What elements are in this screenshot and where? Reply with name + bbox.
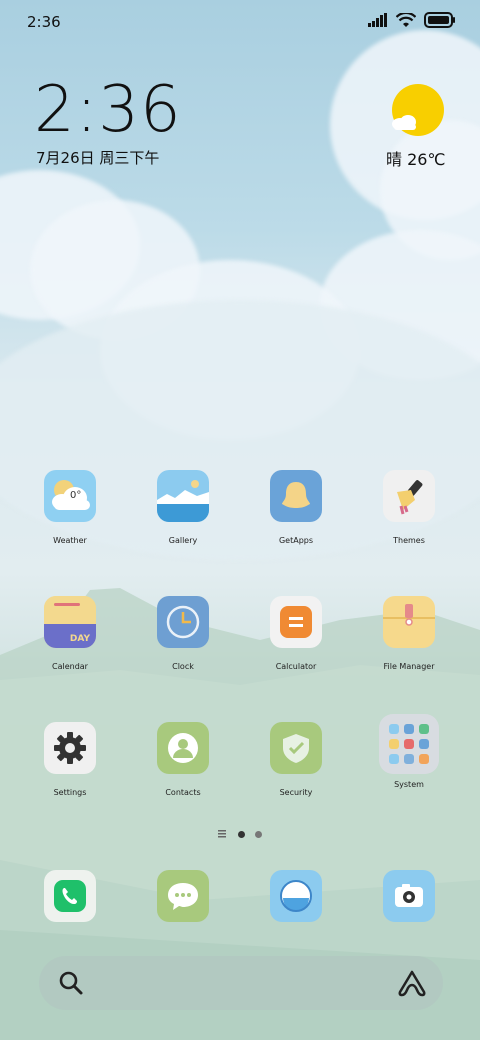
- app-calendar[interactable]: DAY Calendar: [14, 596, 126, 671]
- app-gallery[interactable]: Gallery: [127, 470, 239, 545]
- gallery-icon: [157, 470, 209, 522]
- security-icon: [270, 722, 322, 774]
- assistant-icon[interactable]: [397, 969, 427, 997]
- settings-icon: [44, 722, 96, 774]
- clock-widget-time[interactable]: 2:36: [34, 78, 182, 142]
- app-label: GetApps: [278, 536, 314, 545]
- browser-icon: [270, 870, 322, 922]
- app-drawer-icon[interactable]: [218, 830, 228, 838]
- weather-sun-icon[interactable]: [392, 84, 444, 136]
- battery-icon: [424, 12, 455, 28]
- weather-icon: 0°: [44, 470, 96, 522]
- clock-widget-date[interactable]: 7月26日 周三下午: [36, 147, 159, 168]
- app-file-manager[interactable]: File Manager: [353, 596, 465, 671]
- app-contacts[interactable]: Contacts: [127, 722, 239, 797]
- app-label: Contacts: [165, 788, 201, 797]
- contacts-icon: [157, 722, 209, 774]
- app-label: Themes: [393, 536, 425, 545]
- app-label: File Manager: [383, 662, 435, 671]
- dock-messages[interactable]: [127, 870, 239, 922]
- app-label: Security: [279, 788, 313, 797]
- system-folder-icon: [379, 714, 439, 774]
- file-manager-icon: [383, 596, 435, 648]
- search-icon[interactable]: [58, 970, 84, 996]
- cloud-icon: [392, 115, 416, 130]
- dock-phone[interactable]: [14, 870, 126, 922]
- signal-icon: [368, 13, 387, 27]
- app-weather[interactable]: 0° Weather: [14, 470, 126, 545]
- calendar-day-badge: DAY: [69, 634, 90, 644]
- app-getapps[interactable]: GetApps: [240, 470, 352, 545]
- themes-icon: [383, 470, 435, 522]
- app-label: Calendar: [52, 662, 88, 671]
- app-security[interactable]: Security: [240, 722, 352, 797]
- app-label: Calculator: [275, 662, 317, 671]
- app-label: Gallery: [168, 536, 198, 545]
- status-bar: 2:36: [0, 0, 480, 44]
- app-label: System: [394, 780, 424, 789]
- app-calculator[interactable]: Calculator: [240, 596, 352, 671]
- dock-camera[interactable]: [353, 870, 465, 922]
- weather-widget-text[interactable]: 晴 26℃: [386, 146, 445, 170]
- messages-icon: [157, 870, 209, 922]
- dock-browser[interactable]: [240, 870, 352, 922]
- page-dot[interactable]: [255, 830, 262, 838]
- page-indicator[interactable]: [0, 830, 480, 838]
- page-dot-active[interactable]: [238, 830, 245, 838]
- app-clock[interactable]: Clock: [127, 596, 239, 671]
- getapps-icon: [270, 470, 322, 522]
- calendar-icon: DAY: [44, 596, 96, 648]
- weather-temp-badge: 0°: [70, 490, 82, 501]
- app-themes[interactable]: Themes: [353, 470, 465, 545]
- phone-icon: [44, 870, 96, 922]
- clock-icon: [157, 596, 209, 648]
- wifi-icon: [396, 12, 416, 27]
- home-screen: 2:36 2:36 7月26日 周三下午 晴 26℃ 0° Weather Ga…: [0, 0, 480, 1040]
- calculator-icon: [270, 596, 322, 648]
- search-bar[interactable]: [39, 956, 443, 1010]
- app-label: Settings: [53, 788, 87, 797]
- app-system-folder[interactable]: System: [353, 714, 465, 789]
- app-label: Weather: [53, 536, 87, 545]
- app-settings[interactable]: Settings: [14, 722, 126, 797]
- status-time: 2:36: [27, 13, 61, 31]
- app-label: Clock: [172, 662, 194, 671]
- camera-icon: [383, 870, 435, 922]
